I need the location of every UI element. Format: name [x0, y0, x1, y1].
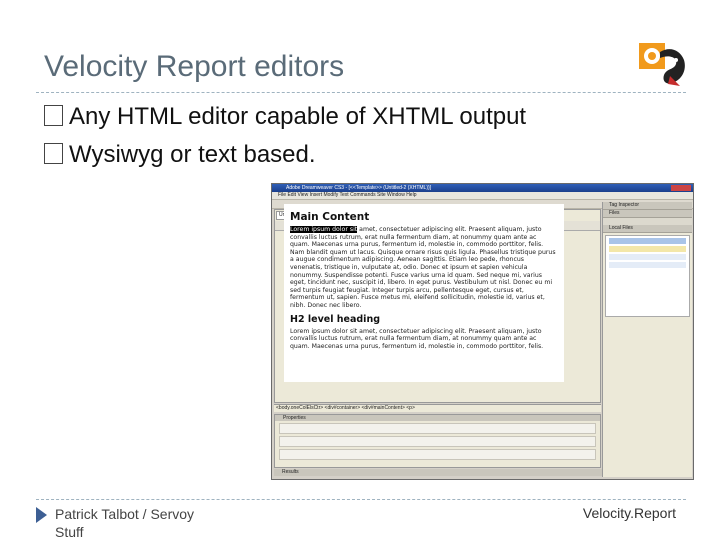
file-tree	[605, 235, 690, 317]
properties-row-3	[279, 449, 596, 460]
bullet-box-icon	[44, 105, 63, 126]
properties-row-2	[279, 436, 596, 447]
editor-titlebar: Adobe Dreamweaver CS3 - [<<Template>> (U…	[272, 184, 693, 192]
footer-author: Patrick Talbot / Servoy Stuff	[55, 506, 195, 540]
files-panel-tabs	[603, 218, 692, 225]
bullet-text: Wysiwyg or text based.	[69, 141, 316, 168]
dreamweaver-screenshot: Adobe Dreamweaver CS3 - [<<Template>> (U…	[271, 183, 694, 480]
properties-panel-header: Properties	[275, 415, 600, 421]
tag-inspector-header: Tag Inspector	[603, 202, 692, 210]
bullet-box-icon	[44, 143, 63, 164]
properties-panel: Properties	[274, 414, 601, 468]
servoy-logo-icon	[639, 43, 685, 86]
editor-window-title: Adobe Dreamweaver CS3 - [<<Template>> (U…	[286, 185, 432, 191]
slide-title: Velocity Report editors	[44, 50, 345, 83]
side-panels: Tag Inspector Files Local Files	[602, 202, 692, 477]
file-tree-item	[609, 262, 686, 268]
file-tree-item	[609, 238, 686, 244]
properties-row-1	[279, 423, 596, 434]
h2-heading: H2 level heading	[290, 313, 381, 325]
design-view-page: Main Content Lorem ipsum dolor sit amet,…	[284, 204, 564, 382]
footer-product: Velocity.Report	[582, 505, 676, 521]
footer-arrow-icon	[36, 507, 47, 523]
footer-divider	[36, 499, 686, 500]
results-panel-header: Results	[274, 469, 607, 476]
local-files-header: Local Files	[603, 225, 692, 233]
bullet-item-1: Any HTML editor capable of XHTML output	[44, 103, 526, 131]
bullet-text: Any HTML editor capable of XHTML output	[69, 103, 527, 130]
body-paragraph-2: Lorem ipsum dolor sit amet, consectetuer…	[290, 327, 544, 350]
paragraph-text: amet, consectetuer adipiscing elit. Prae…	[290, 226, 556, 309]
main-content-heading: Main Content	[290, 211, 370, 223]
editor-menubar: File Edit View Insert Modify Text Comman…	[272, 192, 693, 200]
tag-selector-bar: <body.oneColElsCtr> <div#container> <div…	[274, 404, 601, 412]
window-controls-icon	[671, 185, 691, 191]
bullet-item-2: Wysiwyg or text based.	[44, 141, 316, 169]
body-paragraph-1: Lorem ipsum dolor sit amet, consectetuer…	[290, 226, 558, 310]
files-panel-header: Files	[603, 210, 692, 218]
file-tree-item	[609, 254, 686, 260]
selected-text: Lorem ipsum dolor sit	[290, 226, 358, 233]
file-tree-item	[609, 246, 686, 252]
title-divider	[36, 92, 686, 93]
